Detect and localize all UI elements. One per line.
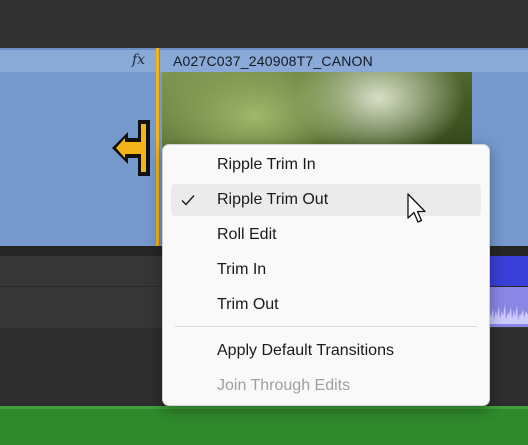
fx-badge[interactable]: fx	[132, 52, 145, 68]
timeline-top-area	[0, 0, 528, 48]
menu-item-apply-default-transitions[interactable]: Apply Default Transitions	[171, 335, 481, 367]
audio-clip-top[interactable]	[488, 256, 528, 286]
green-track-clip-edge	[0, 406, 528, 409]
menu-item-label: Join Through Edits	[217, 377, 351, 394]
menu-item-roll-edit[interactable]: Roll Edit	[171, 219, 481, 251]
menu-item-ripple-trim-out[interactable]: Ripple Trim Out	[171, 184, 481, 216]
green-track-clip[interactable]	[0, 406, 528, 445]
checkmark-icon	[181, 195, 195, 206]
mouse-pointer-icon	[407, 193, 426, 223]
menu-item-label: Trim Out	[217, 296, 279, 313]
menu-item-label: Roll Edit	[217, 226, 277, 243]
clip-name-label: A027C037_240908T7_CANON	[173, 53, 373, 69]
menu-item-label: Apply Default Transitions	[217, 342, 394, 359]
menu-separator	[175, 326, 477, 327]
menu-item-join-through-edits: Join Through Edits	[171, 370, 481, 402]
edit-point-marker[interactable]	[156, 48, 159, 246]
ripple-trim-cursor-icon	[112, 120, 150, 176]
trim-context-menu: Ripple Trim In Ripple Trim Out Roll Edit…	[162, 144, 490, 406]
menu-item-ripple-trim-in[interactable]: Ripple Trim In	[171, 149, 481, 181]
menu-item-trim-in[interactable]: Trim In	[171, 254, 481, 286]
waveform-graphic	[488, 304, 528, 324]
menu-item-label: Ripple Trim In	[217, 156, 316, 173]
menu-item-trim-out[interactable]: Trim Out	[171, 289, 481, 321]
menu-item-label: Ripple Trim Out	[217, 191, 329, 208]
menu-item-label: Trim In	[217, 261, 267, 278]
